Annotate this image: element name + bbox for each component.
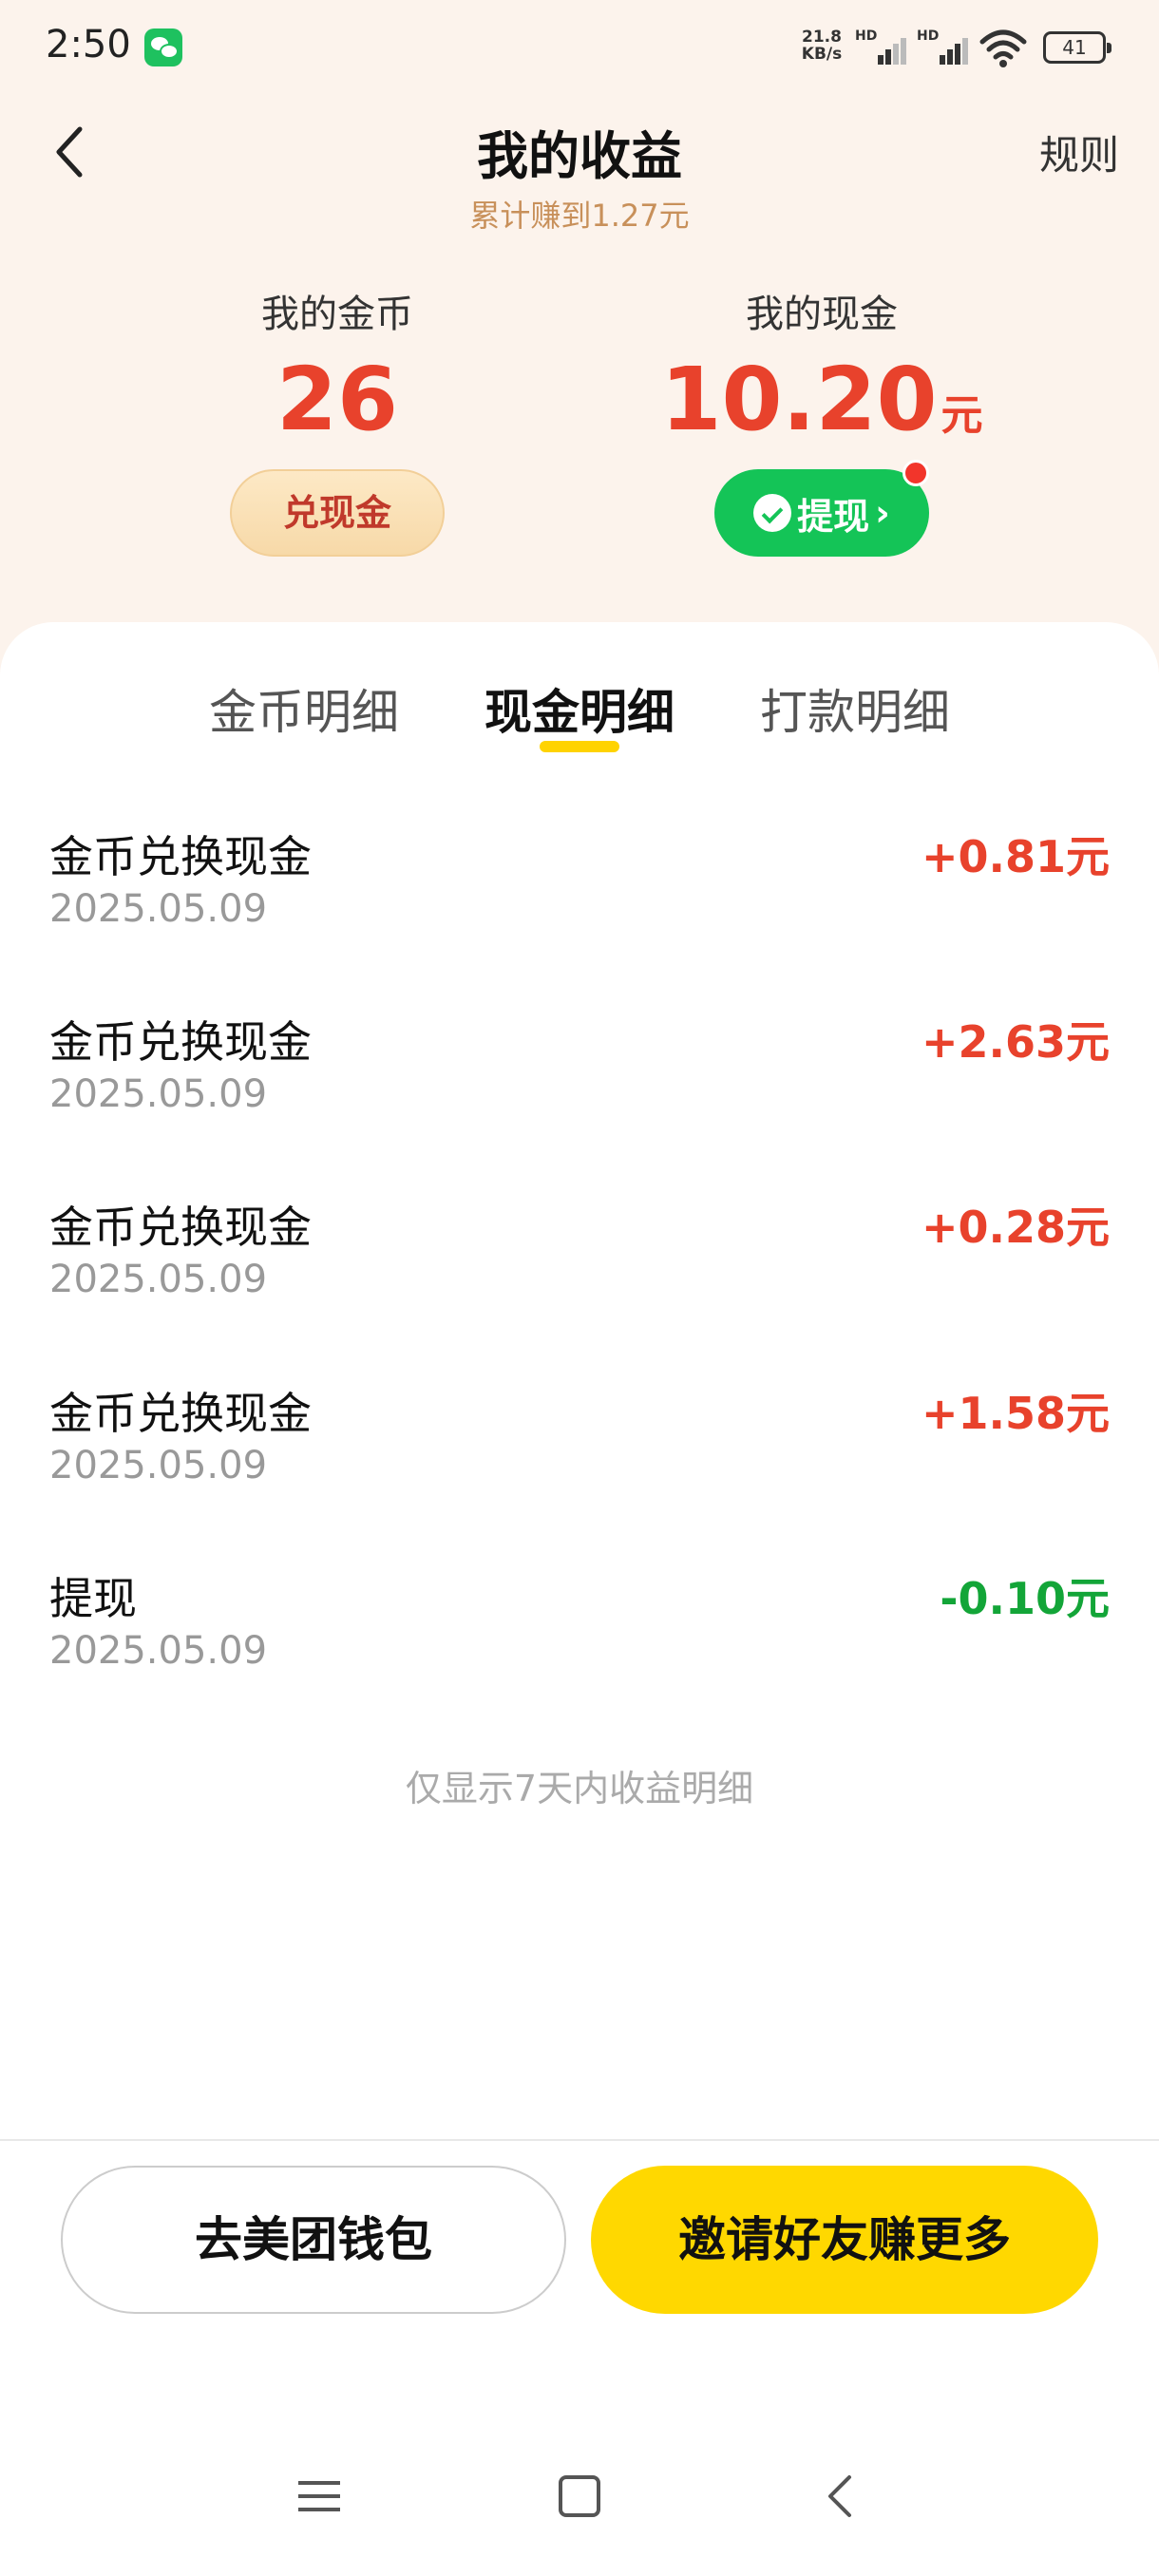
back-nav-icon[interactable]: [813, 2470, 870, 2523]
network-speed-value: 21.8: [802, 28, 842, 47]
transaction-amount: +1.58元: [921, 1388, 1110, 1439]
list-item: 金币兑换现金 2025.05.09 +1.58元: [49, 1379, 1110, 1531]
transaction-date: 2025.05.09: [49, 1629, 268, 1673]
list-item: 提现 2025.05.09 -0.10元: [49, 1564, 1110, 1716]
meituan-wallet-button[interactable]: 去美团钱包: [61, 2166, 566, 2314]
history-note: 仅显示7天内收益明细: [405, 1768, 754, 1809]
transaction-title: 金币兑换现金: [49, 1202, 312, 1253]
transaction-title: 金币兑换现金: [49, 1016, 312, 1068]
active-tab-indicator: [540, 741, 619, 752]
chevron-right-icon: ›: [875, 492, 890, 534]
wechat-icon: [144, 28, 182, 66]
transaction-amount: +0.81元: [921, 831, 1110, 882]
cash-balance-unit: 元: [940, 391, 983, 440]
tab-cash-details[interactable]: 现金明细: [466, 674, 694, 743]
total-earned: 累计赚到1.27元: [469, 198, 690, 234]
divider: [0, 2139, 1159, 2141]
exchange-cash-button[interactable]: 兑现金: [230, 469, 445, 557]
coin-balance: 我的金币 26: [147, 283, 527, 452]
withdraw-button-label: 提现: [797, 495, 870, 538]
coin-balance-label: 我的金币: [261, 293, 413, 336]
network-speed: 21.8 KB/s: [796, 28, 847, 63]
battery-icon: 41: [1043, 31, 1112, 64]
signal-icon: HD: [917, 28, 968, 66]
network-speed-unit: KB/s: [801, 45, 843, 64]
transaction-title: 金币兑换现金: [49, 831, 312, 882]
tab-coin-details[interactable]: 金币明细: [190, 674, 418, 743]
transaction-title: 金币兑换现金: [49, 1388, 312, 1439]
transaction-amount: +2.63元: [921, 1016, 1110, 1068]
list-item: 金币兑换现金 2025.05.09 +0.28元: [49, 1193, 1110, 1345]
transaction-amount: -0.10元: [940, 1573, 1110, 1624]
page-title: 我的收益: [477, 126, 682, 186]
notification-dot: [902, 460, 929, 486]
transaction-date: 2025.05.09: [49, 1444, 268, 1487]
list-item: 金币兑换现金 2025.05.09 +0.81元: [49, 823, 1110, 975]
invite-friends-button[interactable]: 邀请好友赚更多: [591, 2166, 1098, 2314]
wechat-pay-icon: [753, 494, 792, 532]
rules-link[interactable]: 规则: [1039, 123, 1119, 181]
wifi-icon: [979, 29, 1027, 67]
menu-icon[interactable]: [291, 2470, 348, 2523]
cash-balance-value: 10.20: [660, 349, 938, 450]
coin-balance-value: 26: [276, 349, 399, 450]
status-time: 2:50: [46, 23, 131, 66]
transaction-date: 2025.05.09: [49, 887, 268, 931]
home-icon[interactable]: [551, 2470, 608, 2523]
transaction-amount: +0.28元: [921, 1202, 1110, 1253]
transaction-date: 2025.05.09: [49, 1258, 268, 1301]
transaction-title: 提现: [49, 1573, 137, 1624]
transaction-date: 2025.05.09: [49, 1072, 268, 1116]
cash-balance-value-wrap: 10.20元: [632, 348, 1012, 468]
list-item: 金币兑换现金 2025.05.09 +2.63元: [49, 1008, 1110, 1160]
withdraw-button[interactable]: 提现 ›: [714, 469, 929, 557]
status-bar: 2:50 21.8 KB/s HD HD 41: [0, 0, 1159, 95]
cash-balance: 我的现金 10.20元: [632, 283, 1012, 468]
cash-balance-label: 我的现金: [746, 293, 898, 336]
sim2-hd-label: HD: [917, 28, 940, 44]
sim1-hd-label: HD: [855, 28, 878, 44]
signal-icon: HD: [855, 28, 906, 66]
tab-payout-details[interactable]: 打款明细: [741, 674, 969, 743]
